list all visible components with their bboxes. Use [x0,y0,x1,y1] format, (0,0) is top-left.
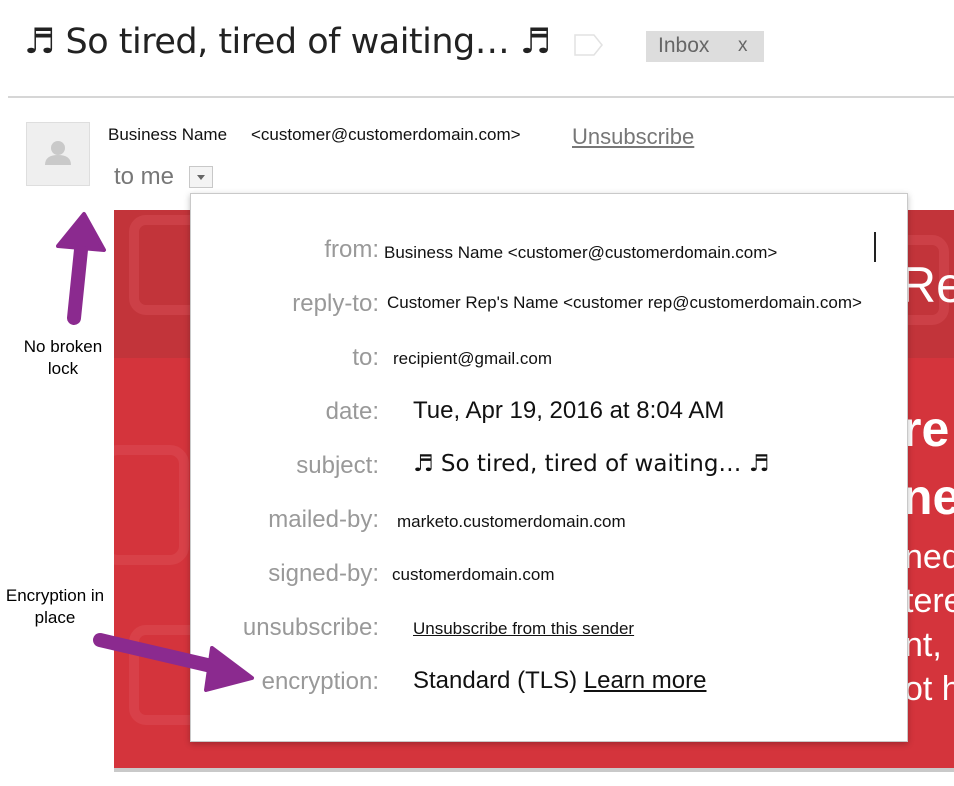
arrow-right-icon [93,633,254,692]
annotation-arrows [56,212,254,692]
arrow-up-icon [56,212,106,325]
